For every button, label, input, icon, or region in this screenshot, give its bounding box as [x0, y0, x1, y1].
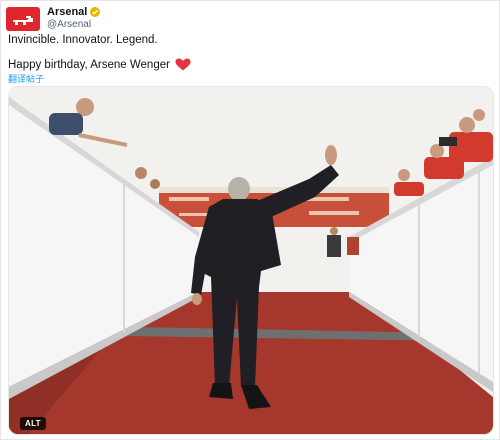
tweet-card: Arsenal @Arsenal Invincible. Innovator. …: [0, 0, 500, 440]
account-name[interactable]: Arsenal: [47, 6, 101, 18]
tweet-photo[interactable]: ALT: [8, 86, 494, 435]
tweet-text-line2: Happy birthday, Arsene Wenger: [8, 58, 191, 71]
arsenal-crest-icon: [13, 16, 33, 25]
verified-badge-icon: [90, 7, 101, 17]
tweet-text-line1: Invincible. Innovator. Legend.: [8, 34, 158, 46]
translate-post-link[interactable]: 翻译帖子: [8, 72, 44, 85]
account-handle[interactable]: @Arsenal: [47, 19, 91, 30]
account-avatar[interactable]: [6, 7, 40, 31]
tunnel-photo-image: [9, 87, 493, 434]
red-heart-icon: [175, 58, 191, 71]
account-name-text: Arsenal: [47, 6, 88, 18]
tweet-text-line2-text: Happy birthday, Arsene Wenger: [8, 58, 170, 71]
alt-text-badge[interactable]: ALT: [20, 417, 46, 430]
